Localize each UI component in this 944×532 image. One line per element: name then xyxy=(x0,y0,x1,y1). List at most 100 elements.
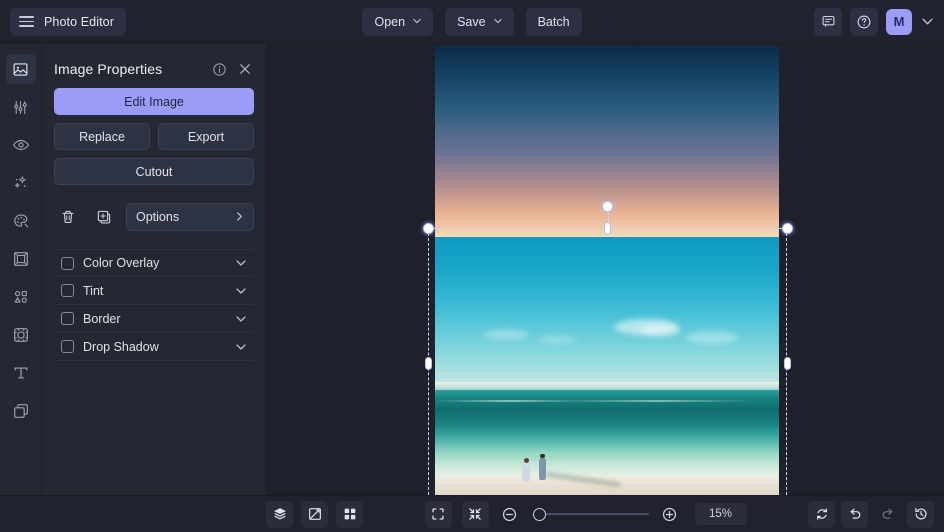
zoom-slider[interactable] xyxy=(531,507,649,521)
sky-layer xyxy=(435,46,779,237)
accordion-tint[interactable]: Tint xyxy=(54,277,254,305)
right-middle-handle[interactable] xyxy=(784,357,791,370)
canvas-area[interactable] xyxy=(267,44,944,495)
figure-groom xyxy=(539,458,546,480)
info-circle-icon[interactable] xyxy=(210,60,228,78)
reset-icon[interactable] xyxy=(808,501,835,528)
chevron-down-icon[interactable] xyxy=(235,285,246,296)
selection-edge-left xyxy=(428,228,429,495)
sidebar-item-mask[interactable] xyxy=(6,320,36,350)
checkbox[interactable] xyxy=(61,312,74,325)
chevron-down-icon xyxy=(494,17,502,25)
frame-icon xyxy=(12,250,30,268)
save-button[interactable]: Save xyxy=(445,8,514,36)
zoom-in-icon[interactable] xyxy=(659,503,681,525)
sidebar-item-adjust[interactable] xyxy=(6,92,36,122)
chevron-down-icon[interactable] xyxy=(920,15,934,29)
chevron-down-icon[interactable] xyxy=(235,341,246,352)
history-icon[interactable] xyxy=(907,501,934,528)
sidebar-item-layers[interactable] xyxy=(6,396,36,426)
accordion-label: Color Overlay xyxy=(83,256,226,270)
app-body: Image Properties Edit Image Replace xyxy=(0,44,944,495)
figure-bride xyxy=(522,462,530,482)
image-icon xyxy=(12,61,29,78)
image-properties-panel: Image Properties Edit Image Replace xyxy=(42,44,267,495)
shallow-water-layer xyxy=(435,456,779,477)
sidebar-item-effects[interactable] xyxy=(6,168,36,198)
help-circle-icon[interactable] xyxy=(850,8,878,36)
zoom-level-input[interactable]: 15% xyxy=(695,503,747,525)
accordion-color-overlay[interactable]: Color Overlay xyxy=(54,249,254,277)
top-toolbar: Photo Editor Open Save Batch xyxy=(0,0,944,44)
sidebar-item-color[interactable] xyxy=(6,206,36,236)
sidebar-item-frame[interactable] xyxy=(6,244,36,274)
fit-to-screen-icon[interactable] xyxy=(462,501,489,528)
accordion-label: Drop Shadow xyxy=(83,340,226,354)
daysky-layer xyxy=(435,237,779,386)
panel-header: Image Properties xyxy=(54,44,254,88)
options-button[interactable]: Options xyxy=(126,203,254,231)
palette-icon xyxy=(12,212,30,230)
save-label: Save xyxy=(457,15,486,29)
sparkles-icon xyxy=(12,174,30,192)
bottom-left-group xyxy=(266,501,363,528)
trash-icon[interactable] xyxy=(54,203,82,231)
close-icon[interactable] xyxy=(236,60,254,78)
effects-accordion-list: Color Overlay Tint Border xyxy=(54,249,254,361)
cutout-button[interactable]: Cutout xyxy=(54,158,254,185)
chevron-down-icon[interactable] xyxy=(235,258,246,269)
checkbox[interactable] xyxy=(61,284,74,297)
batch-label: Batch xyxy=(538,15,570,29)
tool-rail xyxy=(0,44,42,495)
open-label: Open xyxy=(374,15,405,29)
ocean-highlight xyxy=(435,400,779,402)
options-label: Options xyxy=(136,210,179,224)
zoom-out-icon[interactable] xyxy=(499,503,521,525)
top-left-handle[interactable] xyxy=(423,223,434,234)
accordion-border[interactable]: Border xyxy=(54,305,254,333)
transform-icon[interactable] xyxy=(301,501,328,528)
avatar[interactable]: M xyxy=(886,9,912,35)
zoom-controls: 15% xyxy=(371,501,800,528)
bottom-toolbar: 15% xyxy=(0,495,944,532)
edit-image-button[interactable]: Edit Image xyxy=(54,88,254,115)
redo-icon[interactable] xyxy=(874,501,901,528)
sliders-icon xyxy=(12,99,29,116)
accordion-drop-shadow[interactable]: Drop Shadow xyxy=(54,333,254,361)
text-icon xyxy=(12,364,30,382)
chevron-right-icon xyxy=(235,210,244,224)
sand-layer xyxy=(435,476,779,495)
sidebar-item-visibility[interactable] xyxy=(6,130,36,160)
history-controls xyxy=(808,501,934,528)
checkbox[interactable] xyxy=(61,340,74,353)
sidebar-item-shapes[interactable] xyxy=(6,282,36,312)
layers-icon[interactable] xyxy=(266,501,293,528)
object-tools-row: Options xyxy=(54,203,254,231)
copy-layers-icon xyxy=(12,402,30,420)
shapes-icon xyxy=(12,288,30,306)
undo-icon[interactable] xyxy=(841,501,868,528)
checkbox[interactable] xyxy=(61,257,74,270)
top-toolbar-right: M xyxy=(814,8,934,36)
canvas-image[interactable] xyxy=(435,46,779,495)
sidebar-item-image[interactable] xyxy=(6,54,36,84)
replace-button[interactable]: Replace xyxy=(54,123,150,150)
app-menu-button[interactable]: Photo Editor xyxy=(10,8,126,36)
duplicate-icon[interactable] xyxy=(90,203,118,231)
comment-icon[interactable] xyxy=(814,8,842,36)
page-title: Image Properties xyxy=(54,61,202,77)
export-button[interactable]: Export xyxy=(158,123,254,150)
zoom-slider-thumb[interactable] xyxy=(533,508,546,521)
accordion-label: Border xyxy=(83,312,226,326)
grid-icon[interactable] xyxy=(336,501,363,528)
top-right-handle[interactable] xyxy=(782,223,793,234)
fullscreen-icon[interactable] xyxy=(425,501,452,528)
chevron-down-icon[interactable] xyxy=(235,313,246,324)
left-middle-handle[interactable] xyxy=(425,357,432,370)
sidebar-item-text[interactable] xyxy=(6,358,36,388)
batch-button[interactable]: Batch xyxy=(526,8,582,36)
zoom-slider-track xyxy=(539,513,649,515)
replace-export-row: Replace Export xyxy=(54,123,254,150)
open-button[interactable]: Open xyxy=(362,8,433,36)
app-title: Photo Editor xyxy=(44,15,114,29)
